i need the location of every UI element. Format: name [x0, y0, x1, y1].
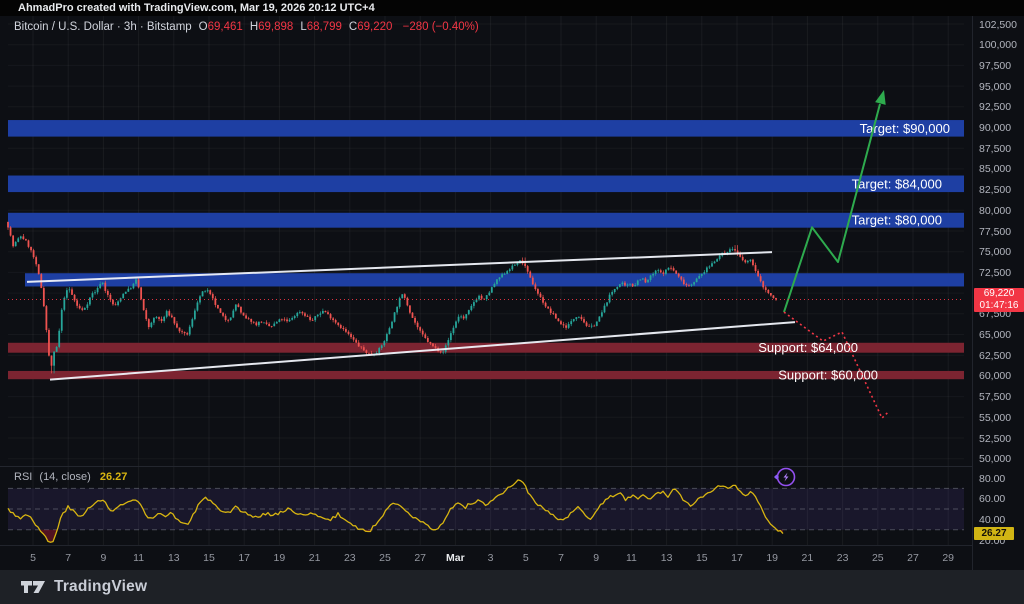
time-axis-label: Mar: [440, 552, 470, 564]
price-axis-label: 52,500: [979, 433, 1011, 445]
band-label: Support: $64,000: [758, 340, 858, 355]
time-axis-label: 21: [792, 552, 822, 564]
price-axis-label: 92,500: [979, 101, 1011, 113]
price-axis-label: 72,500: [979, 267, 1011, 279]
main-price-pane[interactable]: Target: $90,000Target: $84,000Target: $8…: [0, 16, 972, 467]
price-axis-label: 57,500: [979, 391, 1011, 403]
time-axis[interactable]: 579111315171921232527Mar3579111315171921…: [0, 545, 972, 571]
chart-root: Target: $90,000Target: $84,000Target: $8…: [0, 16, 1024, 570]
current-price-badge: 69,220 01:47:16: [974, 288, 1024, 312]
band-label: Support: $60,000: [778, 368, 878, 383]
price-axis-label: 102,500: [979, 19, 1017, 31]
price-axis-label: 100,000: [979, 39, 1017, 51]
time-axis-label: 15: [194, 552, 224, 564]
time-axis-label: 19: [264, 552, 294, 564]
price-axis-label: 55,000: [979, 412, 1011, 424]
rsi-pane[interactable]: [0, 467, 972, 545]
rsi-axis-label: 40.00: [979, 514, 1005, 526]
time-axis-label: 9: [88, 552, 118, 564]
time-axis-label: 19: [757, 552, 787, 564]
rsi-axis-label: 60.00: [979, 493, 1005, 505]
resistance-band[interactable]: [8, 176, 964, 193]
time-axis-label: 21: [300, 552, 330, 564]
time-axis-label: 9: [581, 552, 611, 564]
price-axis-label: 95,000: [979, 81, 1011, 93]
time-axis-label: 17: [229, 552, 259, 564]
symbol-legend[interactable]: Bitcoin / U.S. Dollar · 3h · BitstampO69…: [14, 21, 479, 33]
time-axis-label: 7: [53, 552, 83, 564]
bearish-path[interactable]: [784, 312, 888, 418]
time-axis-label: 13: [652, 552, 682, 564]
rsi-value-badge: 26.27: [974, 527, 1014, 540]
ohlc-key: C: [349, 21, 357, 33]
ohlc-key: O: [199, 21, 208, 33]
lightning-cursor-icon: [766, 463, 802, 494]
price-axis-label: 80,000: [979, 205, 1011, 217]
price-axis-label: 97,500: [979, 60, 1011, 72]
ohlc-value: 69,220: [357, 21, 392, 33]
ohlc-value: 69,461: [208, 21, 243, 33]
time-axis-label: 13: [159, 552, 189, 564]
price-axis-label: 50,000: [979, 453, 1011, 465]
time-axis-label: 5: [18, 552, 48, 564]
price-axis-label: 90,000: [979, 122, 1011, 134]
rsi-value: 26.27: [100, 471, 128, 483]
price-axis-label: 82,500: [979, 184, 1011, 196]
time-axis-label: 29: [933, 552, 963, 564]
time-axis-label: 23: [335, 552, 365, 564]
band-label: Target: $80,000: [852, 213, 942, 228]
symbol-title[interactable]: Bitcoin / U.S. Dollar · 3h · Bitstamp: [14, 21, 192, 33]
rsi-params: (14, close): [39, 471, 90, 483]
rsi-axis-label: 80.00: [979, 473, 1005, 485]
time-axis-label: 5: [511, 552, 541, 564]
resistance-band[interactable]: [8, 120, 964, 137]
time-axis-label: 11: [616, 552, 646, 564]
time-axis-label: 27: [898, 552, 928, 564]
price-axis-label: 62,500: [979, 350, 1011, 362]
price-axis-label: 87,500: [979, 143, 1011, 155]
price-axis-label: 60,000: [979, 370, 1011, 382]
time-axis-label: 7: [546, 552, 576, 564]
ohlc-value: 69,898: [258, 21, 293, 33]
time-axis-label: 17: [722, 552, 752, 564]
ohlc-key: H: [250, 21, 258, 33]
ohlc-value: 68,799: [307, 21, 342, 33]
price-axis-label: 77,500: [979, 226, 1011, 238]
price-axis-label: 85,000: [979, 163, 1011, 175]
resistance-band[interactable]: [8, 213, 964, 228]
time-axis-label: 25: [370, 552, 400, 564]
price-axis[interactable]: 69,220 01:47:16 26.27 102,500 100,000 97,5…: [972, 16, 1024, 570]
time-axis-label: 25: [863, 552, 893, 564]
tradingview-logo[interactable]: [20, 578, 46, 596]
footer-brand[interactable]: TradingView: [54, 578, 147, 596]
time-axis-label: 15: [687, 552, 717, 564]
time-axis-label: 23: [828, 552, 858, 564]
pane-separator[interactable]: [0, 466, 972, 467]
time-axis-label: 27: [405, 552, 435, 564]
legend-change: −280 (−0.40%): [403, 21, 479, 33]
footer-toolbar: TradingView: [0, 570, 1024, 604]
rsi-legend[interactable]: RSI (14, close) 26.27: [14, 471, 127, 483]
band-label: Target: $84,000: [852, 176, 942, 191]
attribution-bar: AhmadPro created with TradingView.com, M…: [0, 0, 1024, 16]
time-axis-label: 3: [476, 552, 506, 564]
price-axis-label: 75,000: [979, 246, 1011, 258]
price-axis-label: 65,000: [979, 329, 1011, 341]
time-axis-label: 11: [124, 552, 154, 564]
rsi-title: RSI: [14, 471, 32, 483]
